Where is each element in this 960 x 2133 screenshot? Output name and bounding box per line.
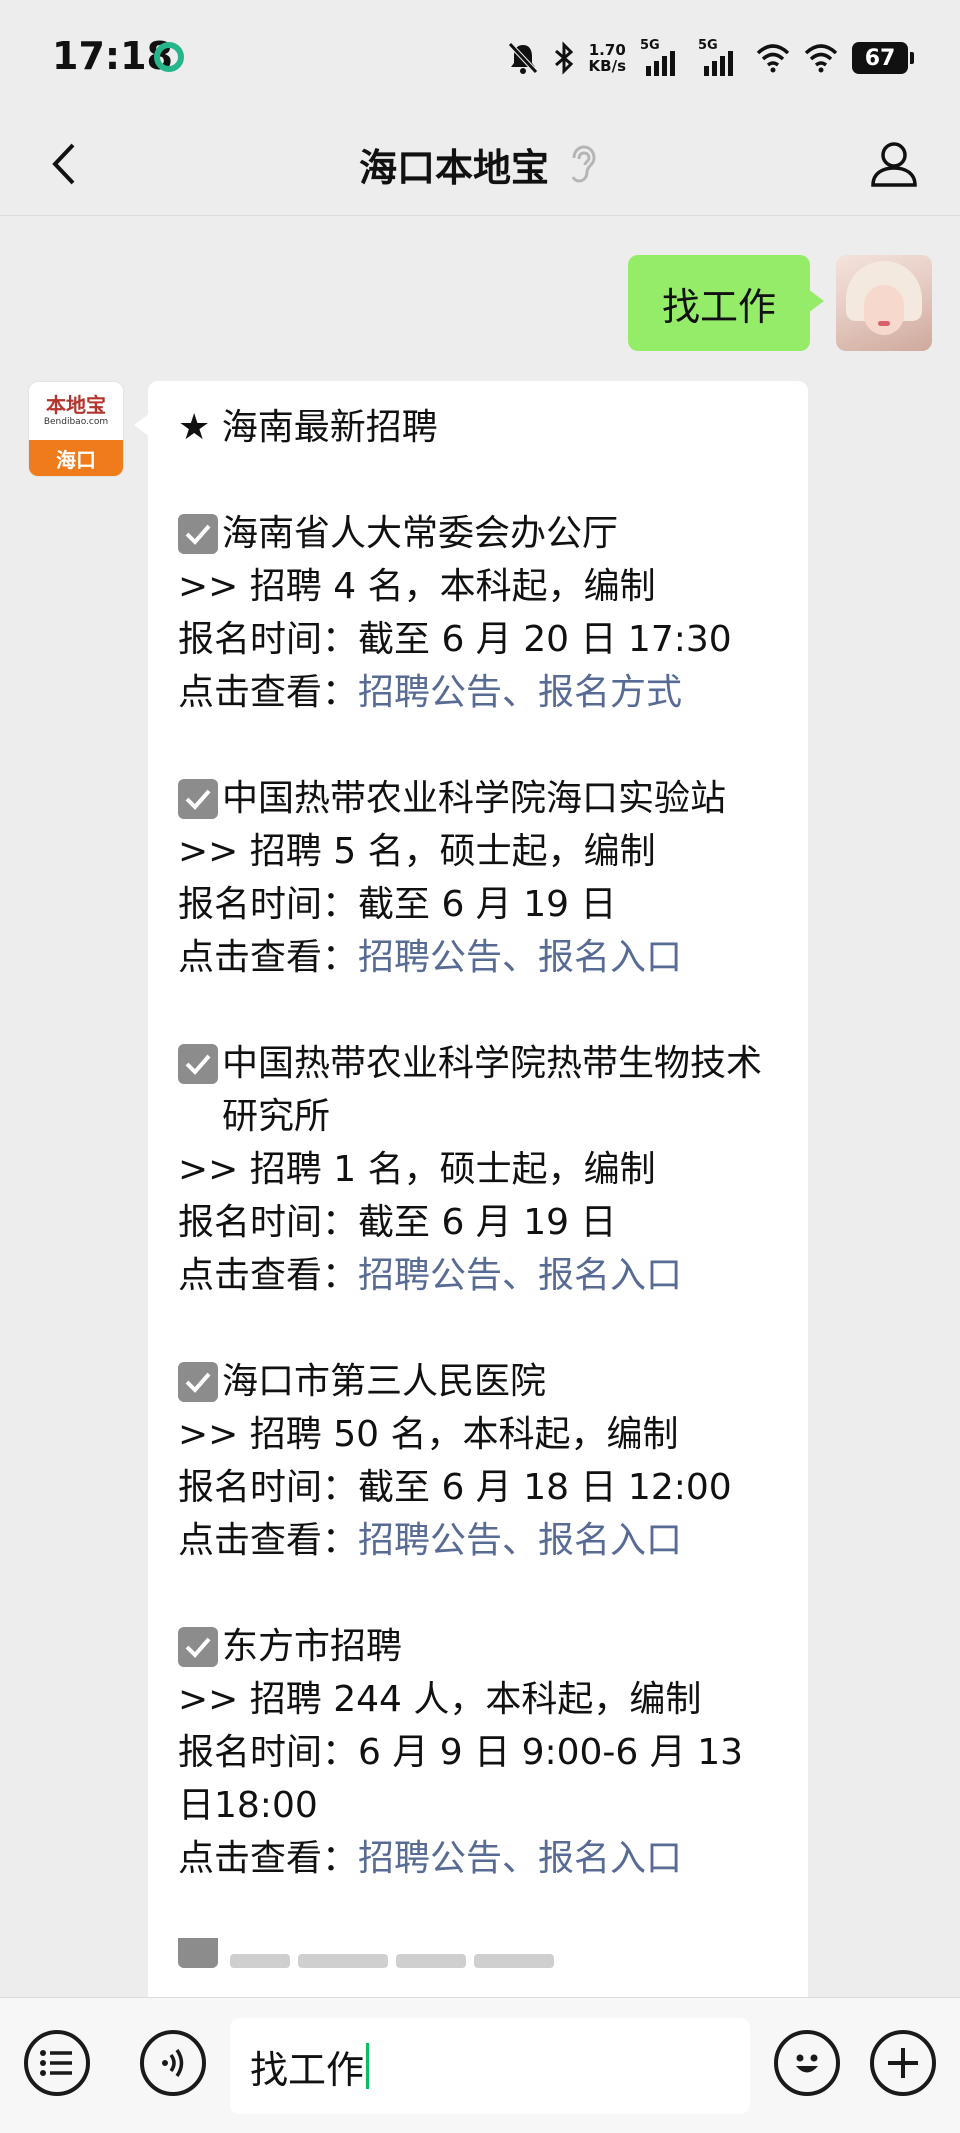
profile-icon <box>871 142 917 187</box>
job-time: 报名时间：截至 6 月 18 日 12:00 <box>178 1467 732 1508</box>
message-input[interactable]: 找工作 <box>230 2018 750 2114</box>
check-icon <box>178 779 218 819</box>
net-speed-value: 1.70 <box>588 41 626 59</box>
job-links[interactable]: 招聘公告、报名入口 <box>358 1520 682 1561</box>
job-detail: >> 招聘 4 名，本科起，编制 <box>178 566 656 607</box>
job-view-label: 点击查看： <box>178 1838 359 1879</box>
input-bar: 找工作 <box>0 1997 960 2133</box>
job-item: 中国热带农业科学院海口实验站 >> 招聘 5 名，硕士起，编制 报名时间：截至 … <box>178 772 778 984</box>
net-speed-unit: KB/s <box>588 57 626 75</box>
cut-off-job-item <box>178 1938 778 1968</box>
job-links[interactable]: 招聘公告、报名入口 <box>358 937 682 978</box>
incoming-message: 本地宝 Bendibao.com 海口 ★ 海南最新招聘 海南省人大常委会办公厅… <box>28 381 808 1997</box>
emoji-icon <box>796 2054 818 2073</box>
job-links[interactable]: 招聘公告、报名方式 <box>358 672 682 713</box>
incoming-bubble: ★ 海南最新招聘 海南省人大常委会办公厅 >> 招聘 4 名，本科起，编制 报名… <box>134 381 808 1997</box>
user-avatar[interactable] <box>836 255 932 351</box>
bluetooth-icon <box>553 40 575 76</box>
emoji-button[interactable] <box>774 2030 840 2096</box>
bot-avatar-logo: 本地宝 <box>46 393 106 417</box>
job-time: 报名时间：截至 6 月 19 日 <box>178 884 617 925</box>
mute-bell-icon <box>507 40 539 76</box>
signal-icon: 5G <box>698 38 742 76</box>
job-detail: >> 招聘 5 名，硕士起，编制 <box>178 831 656 872</box>
status-bar: 17:18 1.70 KB/s 5G 5G 67 <box>0 0 960 112</box>
nav-title-group: 海口本地宝 <box>0 136 960 192</box>
menu-list-icon <box>40 2050 72 2076</box>
add-icon <box>888 2048 918 2078</box>
job-view-label: 点击查看： <box>178 937 359 978</box>
status-icons: 1.70 KB/s 5G 5G 67 <box>507 36 914 80</box>
job-name: 中国热带农业科学院热带生物技术研究所 <box>222 1043 763 1137</box>
job-name: 海口市第三人民医院 <box>222 1361 547 1402</box>
nav-bar: 海口本地宝 <box>0 112 960 216</box>
chat-area[interactable]: 找工作 本地宝 Bendibao.com 海口 ★ 海南最新招聘 海南省人大常委… <box>0 217 960 1997</box>
job-item: 中国热带农业科学院热带生物技术研究所 >> 招聘 1 名，硕士起，编制 报名时间… <box>178 1037 778 1302</box>
profile-button[interactable] <box>862 132 926 196</box>
bot-avatar[interactable]: 本地宝 Bendibao.com 海口 <box>28 381 124 477</box>
text-caret <box>366 2043 370 2089</box>
job-detail: >> 招聘 50 名，本科起，编制 <box>178 1414 679 1455</box>
ear-icon <box>567 144 601 184</box>
check-icon <box>178 514 218 554</box>
outgoing-message: 找工作 <box>627 255 932 351</box>
job-view-label: 点击查看： <box>178 1255 359 1296</box>
app-sync-icon <box>154 42 184 72</box>
job-links[interactable]: 招聘公告、报名入口 <box>358 1255 682 1296</box>
message-title: ★ 海南最新招聘 <box>178 407 438 448</box>
job-item: 海南省人大常委会办公厅 >> 招聘 4 名，本科起，编制 报名时间：截至 6 月… <box>178 507 778 719</box>
job-view-label: 点击查看： <box>178 1520 359 1561</box>
job-name: 中国热带农业科学院海口实验站 <box>222 778 727 819</box>
job-detail: >> 招聘 244 人，本科起，编制 <box>178 1679 702 1720</box>
voice-icon <box>162 2049 184 2077</box>
job-time: 报名时间：截至 6 月 20 日 17:30 <box>178 619 732 660</box>
job-links[interactable]: 招聘公告、报名入口 <box>358 1838 682 1879</box>
net-speed: 1.70 KB/s <box>589 42 626 74</box>
job-name: 海南省人大常委会办公厅 <box>222 513 619 554</box>
wifi-icon <box>756 40 790 76</box>
battery-icon: 67 <box>852 42 914 74</box>
job-detail: >> 招聘 1 名，硕士起，编制 <box>178 1149 656 1190</box>
job-item: 东方市招聘 >> 招聘 244 人，本科起，编制 报名时间：6 月 9 日 9:… <box>178 1620 778 1885</box>
job-time: 报名时间：截至 6 月 19 日 <box>178 1202 617 1243</box>
job-item: 海口市第三人民医院 >> 招聘 50 名，本科起，编制 报名时间：截至 6 月 … <box>178 1355 778 1567</box>
wifi-icon <box>804 40 838 76</box>
job-view-label: 点击查看： <box>178 672 359 713</box>
check-icon <box>178 1938 218 1968</box>
bot-avatar-domain: Bendibao.com <box>43 417 109 427</box>
message-input-value: 找工作 <box>250 2047 365 2092</box>
job-name: 东方市招聘 <box>222 1626 403 1667</box>
page-title: 海口本地宝 <box>358 145 549 190</box>
check-icon <box>178 1362 218 1402</box>
outgoing-bubble[interactable]: 找工作 <box>627 255 825 351</box>
voice-button[interactable] <box>140 2030 206 2096</box>
bot-avatar-city: 海口 <box>29 440 123 476</box>
add-button[interactable] <box>870 2030 936 2096</box>
job-time: 报名时间：6 月 9 日 9:00-6 月 13 日18:00 <box>178 1732 744 1826</box>
menu-button[interactable] <box>24 2030 90 2096</box>
check-icon <box>178 1627 218 1667</box>
signal-icon: 5G <box>640 38 684 76</box>
check-icon <box>178 1044 218 1084</box>
